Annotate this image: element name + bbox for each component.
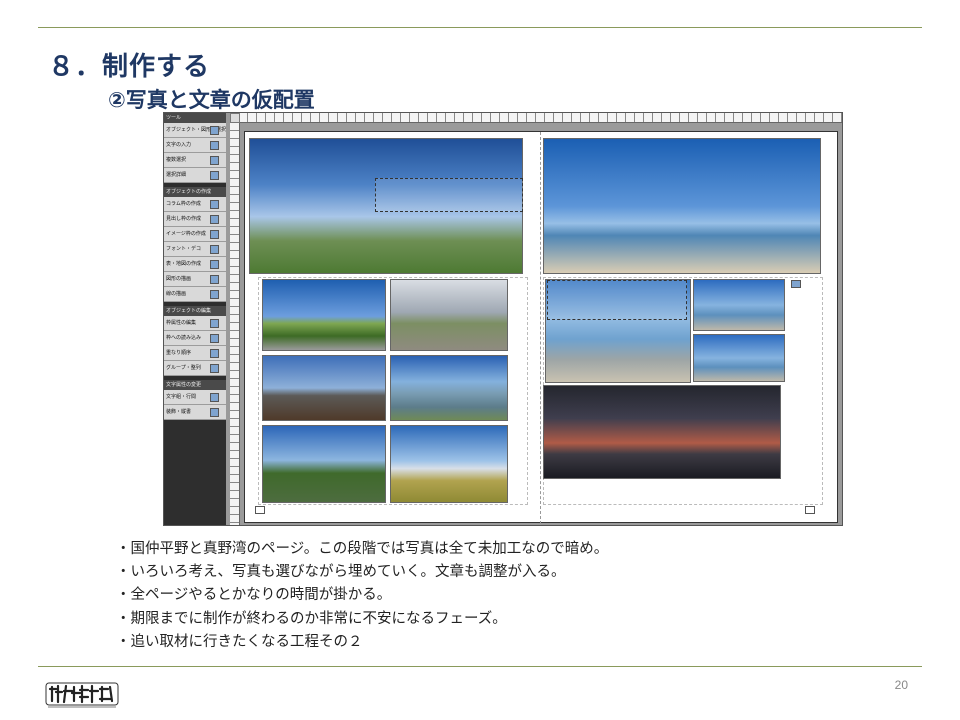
photo-river-hills[interactable] bbox=[262, 425, 386, 503]
tool-panel: ツール オブジェクト・図形の選択文字の入力複数選択選択詳細オブジェクトの作成コラム… bbox=[164, 113, 226, 525]
tool-section-header: オブジェクトの編集 bbox=[164, 306, 226, 316]
ruler-corner bbox=[230, 113, 240, 123]
tool-item[interactable]: イメージ枠の作成 bbox=[164, 227, 226, 242]
page-divider bbox=[540, 132, 541, 524]
photo-pier-sea[interactable] bbox=[543, 138, 821, 274]
tool-item-label: 見出し枠の作成 bbox=[166, 216, 202, 222]
tool-item-label: コラム枠の作成 bbox=[166, 201, 201, 207]
tool-item-label: 枠属性の編集 bbox=[166, 320, 197, 326]
tool-icon bbox=[210, 408, 219, 417]
caption-textbox-left[interactable] bbox=[375, 178, 523, 212]
tool-item[interactable]: 選択詳細 bbox=[164, 168, 226, 183]
left-page-marker bbox=[255, 506, 265, 514]
tool-icon bbox=[210, 171, 219, 180]
photo-sea-small-2[interactable] bbox=[693, 334, 785, 382]
tool-item-label: イメージ枠の作成 bbox=[166, 231, 206, 237]
tool-item[interactable]: 見出し枠の作成 bbox=[164, 212, 226, 227]
bullet-item: ・国仲平野と真野湾のページ。この段階では写真は全て未加工なので暗め。 bbox=[116, 541, 609, 557]
bullet-item: ・期限までに制作が終わるのか非常に不安になるフェーズ。 bbox=[116, 610, 507, 627]
page-number: 20 bbox=[894, 678, 908, 692]
tool-section-header: オブジェクトの作成 bbox=[164, 187, 226, 197]
slide-title: ８．制作する bbox=[48, 52, 211, 82]
slide-subtitle: ②写真と文章の仮配置 bbox=[108, 88, 315, 112]
right-page-marker bbox=[805, 506, 815, 514]
tool-item-label: 線の描画 bbox=[166, 291, 187, 297]
tool-item[interactable]: グループ・整列 bbox=[164, 361, 226, 376]
top-rule bbox=[38, 27, 922, 28]
tool-item-label: 選択詳細 bbox=[166, 172, 187, 178]
tool-icon bbox=[210, 215, 219, 224]
tool-icon bbox=[210, 364, 219, 373]
tool-icon bbox=[210, 141, 219, 150]
tool-section-header: 文字属性の変更 bbox=[164, 380, 226, 390]
tool-item-label: 重なり順序 bbox=[166, 350, 192, 356]
tool-icon bbox=[210, 230, 219, 239]
caption-textbox-right[interactable] bbox=[547, 280, 687, 320]
tool-icon bbox=[210, 275, 219, 284]
tool-item[interactable]: オブジェクト・図形の選択 bbox=[164, 123, 226, 138]
tool-icon bbox=[210, 334, 219, 343]
tool-item-label: 装飾・縦書 bbox=[166, 409, 192, 415]
tool-item[interactable]: 重なり順序 bbox=[164, 346, 226, 361]
tool-item-label: 図形の描画 bbox=[166, 276, 192, 282]
bullet-item: ・いろいろ考え、写真も選びながら埋めていく。文章も調整が入る。 bbox=[116, 564, 566, 581]
tool-icon bbox=[210, 260, 219, 269]
tool-icon bbox=[210, 349, 219, 358]
tool-item[interactable]: 複数選択 bbox=[164, 153, 226, 168]
photo-road-blue-sky[interactable] bbox=[262, 279, 386, 351]
tool-item[interactable]: 表・地図の作成 bbox=[164, 257, 226, 272]
horizontal-ruler bbox=[230, 113, 842, 123]
bullet-item: ・追い取材に行きたくなる工程その２ bbox=[116, 633, 363, 650]
tool-item-label: 文字の入力 bbox=[166, 142, 192, 148]
tool-item[interactable]: 枠への読み込み bbox=[164, 331, 226, 346]
image-frame-icon[interactable] bbox=[791, 280, 801, 288]
brand-logo bbox=[45, 682, 119, 708]
tool-item-label: 複数選択 bbox=[166, 157, 187, 163]
photo-flooded-paddy[interactable] bbox=[390, 355, 508, 421]
tool-icon bbox=[210, 393, 219, 402]
bullet-list: ・国仲平野と真野湾のページ。この段階では写真は全て未加工なので暗め。 ・いろいろ考… bbox=[116, 538, 816, 654]
tool-item-label: 文字組・行間 bbox=[166, 394, 197, 400]
tool-icon bbox=[210, 245, 219, 254]
tool-item[interactable]: コラム枠の作成 bbox=[164, 197, 226, 212]
photo-sea-small-1[interactable] bbox=[693, 279, 785, 331]
tool-item[interactable]: 枠属性の編集 bbox=[164, 316, 226, 331]
tool-item[interactable]: 線の描画 bbox=[164, 287, 226, 302]
photo-road-cloudy[interactable] bbox=[390, 279, 508, 351]
bullet-item: ・全ページやるとかなりの時間が掛かる。 bbox=[116, 587, 392, 604]
tool-icon bbox=[210, 290, 219, 299]
bottom-rule bbox=[38, 666, 922, 667]
tool-section-header: ツール bbox=[164, 113, 226, 123]
tool-icon bbox=[210, 156, 219, 165]
tool-item[interactable]: 文字の入力 bbox=[164, 138, 226, 153]
tool-item-label: 枠への読み込み bbox=[166, 335, 202, 341]
photo-sunset-sea[interactable] bbox=[543, 385, 781, 479]
tool-icon bbox=[210, 200, 219, 209]
layout-app-screenshot: ツール オブジェクト・図形の選択文字の入力複数選択選択詳細オブジェクトの作成コラム… bbox=[163, 112, 843, 526]
tool-item-label: グループ・整列 bbox=[166, 365, 201, 371]
photo-plowed-field[interactable] bbox=[262, 355, 386, 421]
tool-item[interactable]: フォント・デコ bbox=[164, 242, 226, 257]
page-spread bbox=[244, 131, 838, 524]
tool-item[interactable]: 図形の描画 bbox=[164, 272, 226, 287]
photo-golden-field[interactable] bbox=[390, 425, 508, 503]
tool-item[interactable]: 装飾・縦書 bbox=[164, 405, 226, 420]
vertical-ruler bbox=[230, 123, 240, 525]
tool-icon bbox=[210, 126, 219, 135]
tool-icon bbox=[210, 319, 219, 328]
tool-item-label: 表・地図の作成 bbox=[166, 261, 202, 267]
tool-item-label: フォント・デコ bbox=[166, 246, 202, 252]
tool-item[interactable]: 文字組・行間 bbox=[164, 390, 226, 405]
